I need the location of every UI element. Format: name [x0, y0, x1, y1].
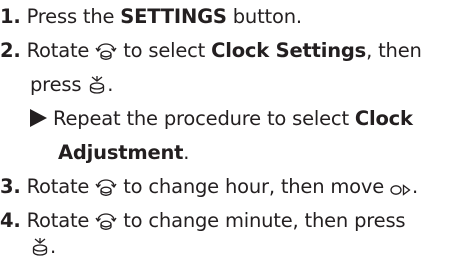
interface-dial-press-icon: [30, 237, 50, 257]
note-arrow-icon: [30, 109, 47, 127]
clock-settings-label: Clock Settings: [211, 39, 367, 62]
step-text: .: [107, 73, 114, 96]
step-2: 2. Rotate to select Clock Settings, then: [0, 34, 422, 68]
step-4: 4. Rotate to change minute, then press: [0, 204, 406, 238]
note-text: Repeat the procedure to select: [53, 107, 355, 130]
step-text: to change hour, then move: [117, 175, 391, 198]
step-text: Press the: [20, 5, 121, 28]
interface-dial-rotate-icon: [95, 41, 117, 61]
step-2-note: Repeat the procedure to select Clock: [30, 102, 413, 136]
step-3: 3. Rotate to change hour, then move .: [0, 170, 418, 204]
step-number: 1.: [0, 5, 21, 28]
interface-dial-move-right-icon: [390, 183, 412, 197]
step-2-continuation: press .: [30, 68, 113, 102]
step-text: press: [30, 73, 88, 96]
step-text: Rotate: [20, 209, 96, 232]
interface-dial-press-icon: [87, 75, 107, 95]
step-text: to select: [117, 39, 212, 62]
step-text: , then: [366, 39, 422, 62]
step-text: .: [50, 235, 56, 258]
step-number: 2.: [0, 39, 21, 62]
step-4-continuation: .: [30, 230, 56, 264]
adjustment-label: Adjustment: [58, 141, 184, 164]
step-text: Rotate: [20, 39, 96, 62]
step-text: button.: [226, 5, 302, 28]
step-text: Rotate: [20, 175, 96, 198]
interface-dial-rotate-icon: [95, 177, 117, 197]
step-text: .: [412, 175, 419, 198]
note-text: .: [183, 141, 190, 164]
step-1: 1. Press the SETTINGS button.: [0, 0, 302, 34]
step-2-note-continuation: Adjustment.: [58, 136, 189, 170]
settings-button-label: SETTINGS: [120, 5, 227, 28]
interface-dial-rotate-icon: [95, 211, 117, 231]
step-number: 3.: [0, 175, 21, 198]
clock-label: Clock: [354, 107, 413, 130]
step-number: 4.: [0, 209, 21, 232]
step-text: to change minute, then press: [117, 209, 406, 232]
